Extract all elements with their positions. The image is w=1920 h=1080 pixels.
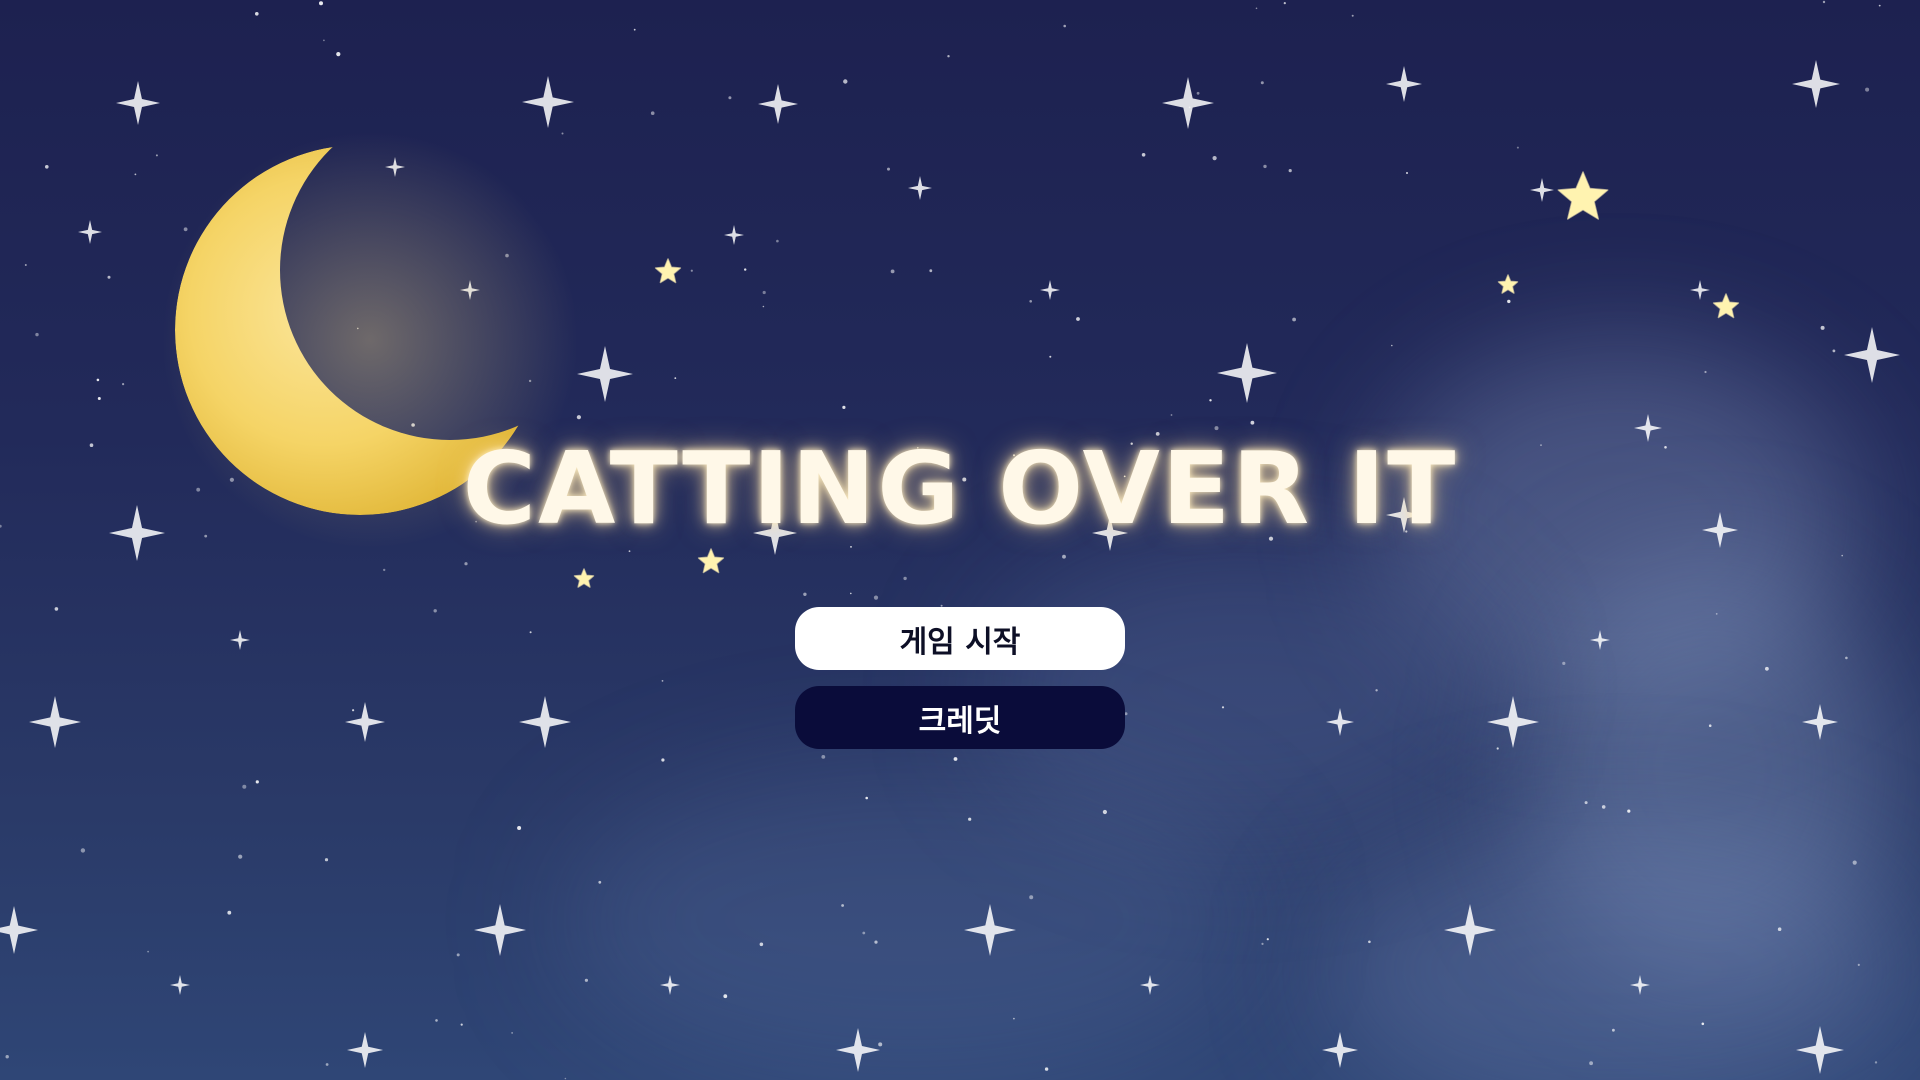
star-icon: [573, 568, 595, 588]
title-screen: CATTING OVER IT 게임 시작 크레딧: [0, 0, 1920, 1080]
star-icon: [1497, 274, 1519, 294]
credits-button[interactable]: 크레딧: [795, 686, 1125, 749]
star-icon: [697, 548, 725, 574]
star-icon: [1712, 293, 1740, 319]
star-icon: [1557, 171, 1609, 220]
star-icon: [654, 258, 682, 284]
start-game-button[interactable]: 게임 시작: [795, 607, 1125, 670]
game-title: CATTING OVER IT: [462, 430, 1458, 547]
